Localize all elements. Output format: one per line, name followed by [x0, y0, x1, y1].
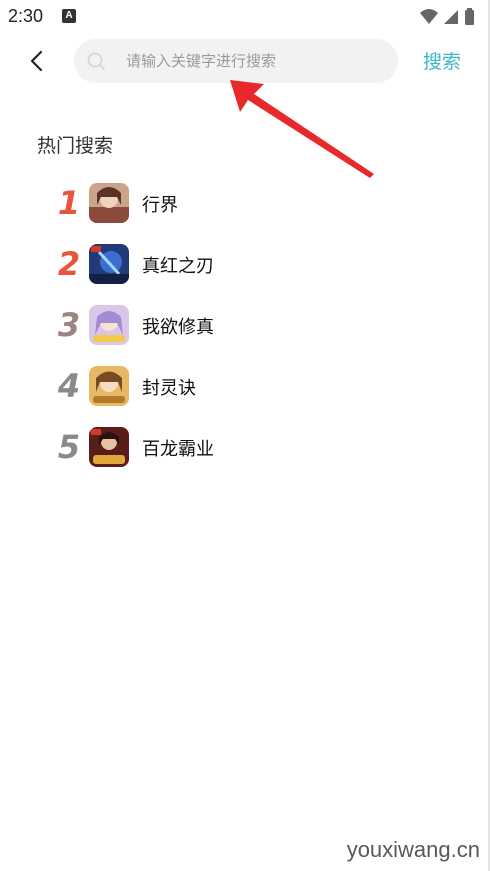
- game-icon: [89, 366, 129, 406]
- hot-search-item[interactable]: 2 真红之刃: [0, 241, 490, 302]
- notification-icon: A: [62, 9, 76, 23]
- game-name: 封灵诀: [142, 378, 196, 399]
- game-name: 百龙霸业: [142, 439, 214, 460]
- game-name: 行界: [142, 195, 178, 216]
- search-icon: [87, 52, 105, 70]
- hot-search-item[interactable]: 4 封灵诀: [0, 363, 490, 424]
- status-bar: 2:30 A: [0, 0, 490, 34]
- red-arrow-annotation: [230, 80, 374, 178]
- rank-number: 4: [57, 367, 81, 405]
- game-name: 真红之刃: [142, 256, 214, 277]
- hot-search-title: 热门搜索: [37, 135, 114, 157]
- chevron-left-icon: [30, 50, 43, 72]
- signal-battery-icons: [420, 8, 474, 25]
- cell-signal-icon: [444, 10, 458, 24]
- hot-search-item[interactable]: 1 行界: [0, 180, 490, 241]
- game-icon: [89, 244, 129, 284]
- back-button[interactable]: [20, 44, 56, 80]
- game-icon: [89, 183, 129, 223]
- hot-search-item[interactable]: 3 我欲修真: [0, 302, 490, 363]
- game-icon: [89, 427, 129, 467]
- game-icon: [89, 305, 129, 345]
- search-button[interactable]: 搜索: [423, 47, 461, 74]
- watermark: youxiwang.cn: [346, 837, 480, 862]
- game-name: 我欲修真: [142, 317, 214, 338]
- rank-number: 3: [57, 306, 81, 344]
- rank-number: 2: [57, 245, 81, 283]
- rank-number: 1: [57, 184, 81, 222]
- status-time: 2:30: [8, 6, 44, 26]
- battery-icon: [465, 10, 474, 25]
- wifi-icon: [420, 9, 438, 24]
- hot-search-item[interactable]: 5 百龙霸业: [0, 424, 490, 485]
- hot-search-list: 1 行界 2 真红之刃 3 我欲修真 4 封灵诀 5 百龙霸业: [0, 180, 490, 485]
- rank-number: 5: [57, 428, 81, 466]
